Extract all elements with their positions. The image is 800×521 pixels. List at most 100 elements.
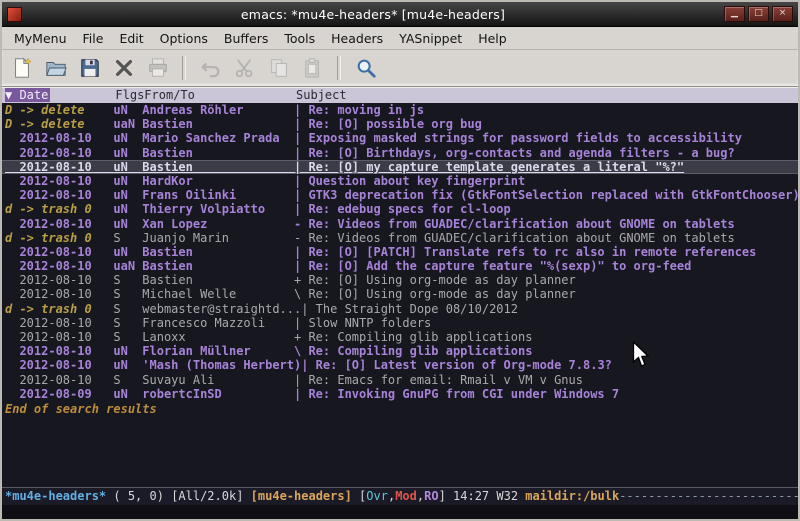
message-row[interactable]: d -> trash 0 S Juanjo Marin - Re: Videos… — [2, 231, 798, 245]
message-date: 2012-08-10 — [5, 273, 113, 287]
message-flags: uN — [113, 245, 142, 259]
message-row[interactable]: 2012-08-10 S Lanoxx + Re: Compiling glib… — [2, 330, 798, 344]
modeline-segment: *mu4e-headers* — [5, 489, 106, 503]
message-flags: uN — [113, 160, 142, 174]
modeline: *mu4e-headers* ( 5, 0) [All/2.0k] [mu4e-… — [2, 487, 798, 505]
menu-tools[interactable]: Tools — [276, 29, 323, 48]
message-row[interactable]: D -> delete uN Andreas Röhler | Re: movi… — [2, 103, 798, 117]
minimize-button[interactable]: ▁ — [724, 6, 745, 22]
message-from: Bastien — [142, 160, 294, 174]
message-date: d -> trash 0 — [5, 302, 113, 316]
message-row[interactable]: 2012-08-10 uN Florian Müllner \ Re: Comp… — [2, 344, 798, 358]
message-flags: S — [113, 273, 142, 287]
message-subject: | Re: [O] Add the capture feature "%(sex… — [294, 259, 691, 273]
message-row[interactable]: 2012-08-10 uN Mario Sanchez Prada | Expo… — [2, 131, 798, 145]
message-subject: | Re: Emacs for email: Rmail v VM v Gnus — [294, 373, 583, 387]
menubar: MyMenuFileEditOptionsBuffersToolsHeaders… — [2, 27, 798, 50]
paste-icon — [299, 55, 326, 82]
message-flags: uN — [113, 174, 142, 188]
message-subject: | Question about key fingerprint — [294, 174, 525, 188]
close-button[interactable]: × — [772, 6, 793, 22]
message-row[interactable]: d -> trash 0 S webmaster@straightd...| T… — [2, 302, 798, 316]
column-flags: Flgs — [115, 88, 144, 102]
menu-file[interactable]: File — [75, 29, 112, 48]
message-date: 2012-08-10 — [5, 160, 113, 174]
emacs-window: emacs: *mu4e-headers* [mu4e-headers] ▁□×… — [0, 0, 800, 521]
message-flags: uN — [113, 344, 142, 358]
message-flags: S — [113, 330, 142, 344]
message-from: HardKor — [142, 174, 294, 188]
message-row[interactable]: 2012-08-10 uN Bastien | Re: [O] my captu… — [2, 160, 798, 174]
header-spacer — [50, 88, 115, 102]
message-from: Juanjo Marin — [142, 231, 294, 245]
menu-edit[interactable]: Edit — [111, 29, 151, 48]
titlebar[interactable]: emacs: *mu4e-headers* [mu4e-headers] ▁□× — [2, 2, 798, 27]
message-subject: - Re: Videos from GUADEC/clarification a… — [294, 217, 735, 231]
menu-options[interactable]: Options — [152, 29, 216, 48]
search-icon[interactable] — [352, 55, 379, 82]
message-date: 2012-08-09 — [5, 387, 113, 401]
message-subject: \ Re: [O] Using org-mode as day planner — [294, 287, 576, 301]
message-date: 2012-08-10 — [5, 131, 113, 145]
message-from: Thierry Volpiatto — [142, 202, 294, 216]
message-row[interactable]: 2012-08-10 S Michael Welle \ Re: [O] Usi… — [2, 287, 798, 301]
message-row[interactable]: 2012-08-10 S Bastien + Re: [O] Using org… — [2, 273, 798, 287]
message-row[interactable]: 2012-08-09 uN robertcInSD | Re: Invoking… — [2, 387, 798, 401]
message-date: D -> delete — [5, 117, 113, 131]
save-icon[interactable] — [76, 55, 103, 82]
message-from: robertcInSD — [142, 387, 294, 401]
menu-buffers[interactable]: Buffers — [216, 29, 276, 48]
message-from: Bastien — [142, 245, 294, 259]
message-row[interactable]: 2012-08-10 uaN Bastien | Re: [O] Add the… — [2, 259, 798, 273]
message-flags: S — [113, 231, 142, 245]
message-from: Xan Lopez — [142, 217, 294, 231]
message-row[interactable]: 2012-08-10 uN Bastien | Re: [O] Birthday… — [2, 146, 798, 160]
message-row[interactable]: 2012-08-10 S Suvayu Ali | Re: Emacs for … — [2, 373, 798, 387]
message-row[interactable]: 2012-08-10 uN Xan Lopez - Re: Videos fro… — [2, 217, 798, 231]
menu-help[interactable]: Help — [470, 29, 515, 48]
message-row[interactable]: D -> delete uaN Bastien | Re: [O] possib… — [2, 117, 798, 131]
message-flags: S — [113, 316, 142, 330]
modeline-segment: -------------------------------------- — [619, 489, 798, 503]
message-subject: | Re: [O] [PATCH] Translate refs to rc a… — [294, 245, 756, 259]
open-file-icon[interactable] — [42, 55, 69, 82]
headers-buffer[interactable]: ▼ Date FlgsFrom/To Subject D -> delete u… — [2, 87, 798, 487]
message-from: Lanoxx — [142, 330, 294, 344]
menu-headers[interactable]: Headers — [323, 29, 391, 48]
new-file-icon[interactable] — [8, 55, 35, 82]
message-subject: + Re: [O] Using org-mode as day planner — [294, 273, 576, 287]
message-from: Bastien — [142, 273, 294, 287]
copy-icon — [265, 55, 292, 82]
message-flags: S — [113, 373, 142, 387]
message-date: D -> delete — [5, 103, 113, 117]
message-subject: | Re: moving in js — [294, 103, 424, 117]
maximize-button[interactable]: □ — [748, 6, 769, 22]
message-row[interactable]: 2012-08-10 uN HardKor | Question about k… — [2, 174, 798, 188]
modeline-segment: maildir:/bulk — [525, 489, 619, 503]
message-from: Bastien — [142, 117, 294, 131]
menu-yasnippet[interactable]: YASnippet — [391, 29, 470, 48]
message-flags: S — [113, 302, 142, 316]
toolbar-separator — [337, 56, 341, 80]
modeline-segment: Ovr — [366, 489, 388, 503]
message-row[interactable]: d -> trash 0 uN Thierry Volpiatto | Re: … — [2, 202, 798, 216]
close-buffer-icon[interactable] — [110, 55, 137, 82]
menu-mymenu[interactable]: MyMenu — [6, 29, 75, 48]
message-date: 2012-08-10 — [5, 373, 113, 387]
toolbar — [2, 50, 798, 87]
message-row[interactable]: 2012-08-10 uN 'Mash (Thomas Herbert)| Re… — [2, 358, 798, 372]
end-of-results-text: End of search results — [2, 402, 798, 417]
window-menu-icon[interactable] — [7, 7, 22, 22]
message-row[interactable]: 2012-08-10 uN Frans Oilinki | GTK3 depre… — [2, 188, 798, 202]
echo-area[interactable] — [2, 505, 798, 519]
sort-column-date[interactable]: ▼ Date — [5, 88, 50, 102]
message-subject: | Re: [O] Latest version of Org-mode 7.8… — [301, 358, 612, 372]
message-row[interactable]: 2012-08-10 S Francesco Mazzoli | Slow NN… — [2, 316, 798, 330]
message-from: Andreas Röhler — [142, 103, 294, 117]
modeline-segment: 14:27 W32 — [453, 489, 525, 503]
message-flags: uN — [113, 103, 142, 117]
header-line[interactable]: ▼ Date FlgsFrom/To Subject — [2, 88, 798, 103]
message-row[interactable]: 2012-08-10 uN Bastien | Re: [O] [PATCH] … — [2, 245, 798, 259]
message-subject: | Re: [O] Birthdays, org-contacts and ag… — [294, 146, 735, 160]
message-subject: | Re: Invoking GnuPG from CGI under Wind… — [294, 387, 619, 401]
